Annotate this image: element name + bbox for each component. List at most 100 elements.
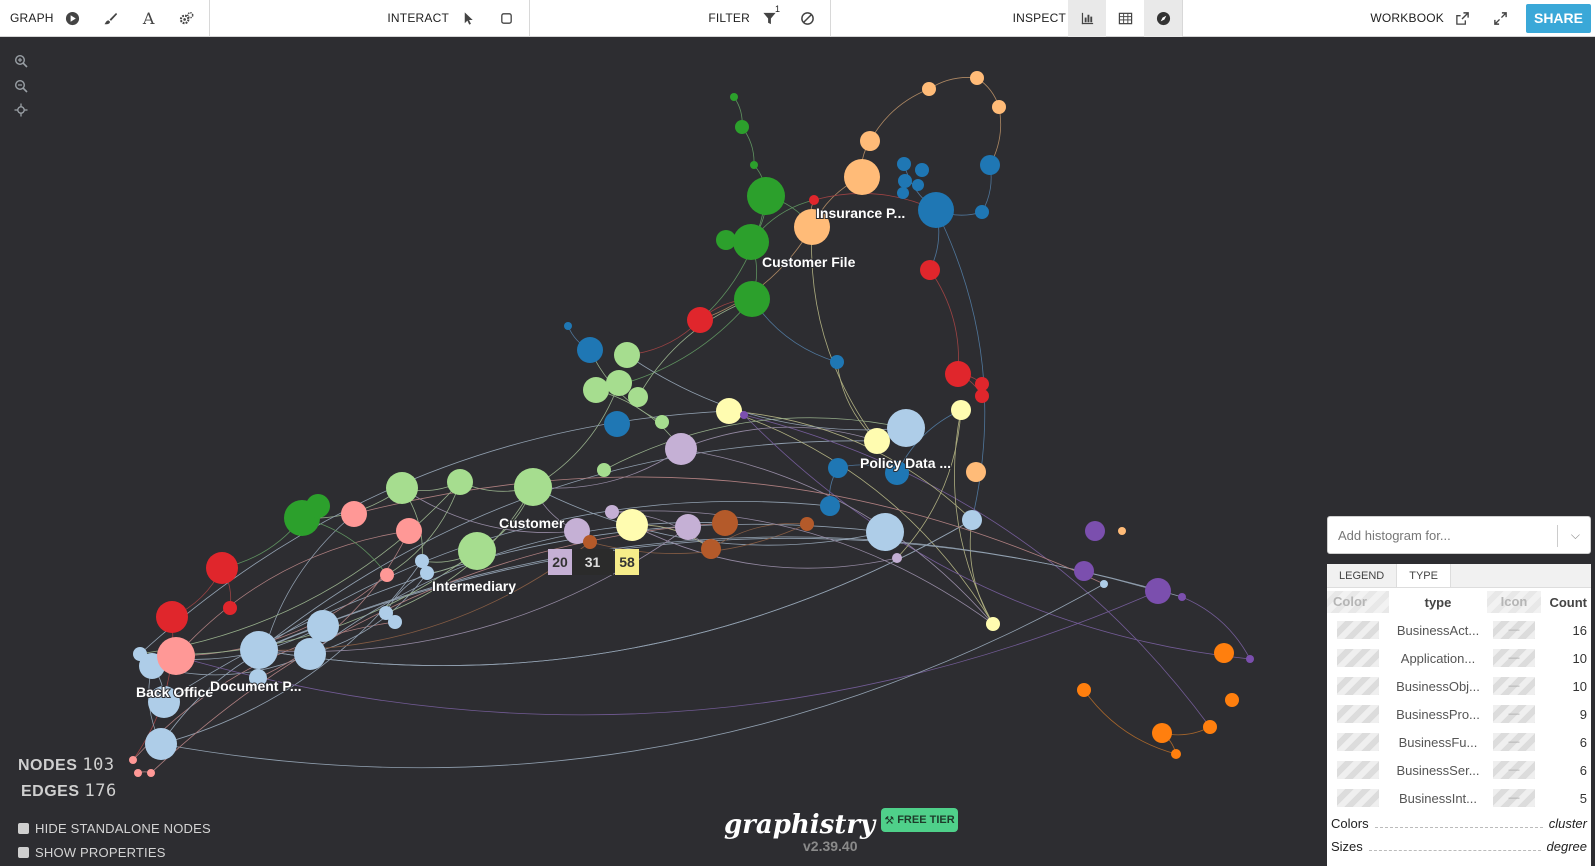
graph-node[interactable] bbox=[145, 728, 177, 760]
hide-standalone-toggle[interactable]: HIDE STANDALONE NODES bbox=[18, 821, 211, 836]
show-properties-toggle[interactable]: SHOW PROPERTIES bbox=[18, 845, 166, 860]
tab-type[interactable]: TYPE bbox=[1397, 564, 1451, 587]
graph-node[interactable] bbox=[712, 510, 738, 536]
graph-node[interactable] bbox=[447, 469, 473, 495]
graph-node[interactable] bbox=[307, 610, 339, 642]
graph-node[interactable] bbox=[206, 552, 238, 584]
graph-node[interactable] bbox=[962, 510, 982, 530]
graph-node[interactable] bbox=[860, 131, 880, 151]
type-icon-cell[interactable]: — bbox=[1493, 705, 1535, 723]
exclude-icon[interactable] bbox=[788, 0, 826, 37]
graph-node[interactable] bbox=[992, 100, 1006, 114]
graph-node[interactable] bbox=[675, 514, 701, 540]
graph-node[interactable] bbox=[597, 463, 611, 477]
type-icon-cell[interactable]: — bbox=[1493, 761, 1535, 779]
color-swatch[interactable] bbox=[1337, 733, 1379, 751]
graph-node[interactable] bbox=[1246, 655, 1254, 663]
graph-node[interactable] bbox=[864, 428, 890, 454]
header-icon[interactable]: Icon bbox=[1487, 591, 1541, 613]
graph-node[interactable] bbox=[975, 205, 989, 219]
graph-node[interactable] bbox=[945, 361, 971, 387]
graph-node[interactable] bbox=[980, 155, 1000, 175]
graph-node[interactable] bbox=[922, 82, 936, 96]
graph-node[interactable] bbox=[1171, 749, 1181, 759]
graph-node[interactable] bbox=[975, 389, 989, 403]
graph-node[interactable] bbox=[1145, 578, 1171, 604]
graph-node[interactable] bbox=[918, 192, 954, 228]
graph-node[interactable] bbox=[616, 509, 648, 541]
share-button[interactable]: SHARE bbox=[1525, 3, 1591, 33]
color-swatch[interactable] bbox=[1337, 789, 1379, 807]
graph-node[interactable] bbox=[898, 174, 912, 188]
graph-node[interactable] bbox=[583, 535, 597, 549]
graph-node[interactable] bbox=[970, 71, 984, 85]
color-swatch[interactable] bbox=[1337, 705, 1379, 723]
graph-node[interactable] bbox=[665, 433, 697, 465]
graph-node[interactable] bbox=[844, 159, 880, 195]
graph-node[interactable] bbox=[800, 517, 814, 531]
graph-node[interactable] bbox=[306, 494, 330, 518]
pointer-icon[interactable] bbox=[449, 0, 487, 37]
graph-node[interactable] bbox=[975, 377, 989, 391]
graph-node[interactable] bbox=[912, 179, 924, 191]
graph-node[interactable] bbox=[1178, 593, 1186, 601]
brush-icon[interactable] bbox=[92, 0, 130, 37]
selection-badge-lavender[interactable]: 20 bbox=[548, 549, 572, 575]
header-type[interactable]: type bbox=[1389, 595, 1487, 610]
type-icon-cell[interactable]: — bbox=[1493, 789, 1535, 807]
graph-node[interactable] bbox=[892, 553, 902, 563]
selection-badge-center[interactable]: 31 bbox=[572, 549, 613, 575]
graph-node[interactable] bbox=[716, 230, 736, 250]
graph-node[interactable] bbox=[583, 377, 609, 403]
graph-node[interactable] bbox=[734, 281, 770, 317]
graph-node[interactable] bbox=[577, 337, 603, 363]
color-swatch[interactable] bbox=[1337, 761, 1379, 779]
graph-node[interactable] bbox=[147, 769, 155, 777]
legend-row[interactable]: BusinessObj... — 10 bbox=[1327, 672, 1591, 700]
legend-row[interactable]: BusinessInt... — 5 bbox=[1327, 784, 1591, 812]
graph-node[interactable] bbox=[157, 637, 195, 675]
graph-node[interactable] bbox=[605, 505, 619, 519]
external-link-icon[interactable] bbox=[1444, 0, 1482, 37]
header-count[interactable]: Count bbox=[1541, 595, 1591, 610]
font-icon[interactable]: A bbox=[130, 0, 168, 37]
graph-node[interactable] bbox=[951, 400, 971, 420]
filter-icon[interactable]: 1 bbox=[750, 0, 788, 37]
graph-node[interactable] bbox=[866, 513, 904, 551]
colors-value[interactable]: cluster bbox=[1549, 816, 1587, 831]
graph-node[interactable] bbox=[966, 462, 986, 482]
legend-row[interactable]: BusinessSer... — 6 bbox=[1327, 756, 1591, 784]
type-icon-cell[interactable]: — bbox=[1493, 649, 1535, 667]
graph-node[interactable] bbox=[1074, 561, 1094, 581]
graph-node[interactable] bbox=[828, 458, 848, 478]
graph-node[interactable] bbox=[129, 756, 137, 764]
graph-node[interactable] bbox=[223, 601, 237, 615]
graph-node[interactable] bbox=[687, 307, 713, 333]
add-histogram-select[interactable]: Add histogram for... ⌵ bbox=[1327, 516, 1591, 554]
graph-node[interactable] bbox=[1214, 643, 1234, 663]
graph-node[interactable] bbox=[830, 355, 844, 369]
color-swatch[interactable] bbox=[1337, 649, 1379, 667]
graph-node[interactable] bbox=[606, 370, 632, 396]
header-color[interactable]: Color bbox=[1327, 591, 1389, 613]
graph-node[interactable] bbox=[1100, 580, 1108, 588]
compass-icon[interactable] bbox=[1144, 0, 1182, 37]
legend-row[interactable]: BusinessPro... — 9 bbox=[1327, 700, 1591, 728]
graph-node[interactable] bbox=[701, 539, 721, 559]
fullscreen-icon[interactable] bbox=[1482, 0, 1520, 37]
box-select-icon[interactable] bbox=[487, 0, 525, 37]
table-icon[interactable] bbox=[1106, 0, 1144, 37]
graph-node[interactable] bbox=[341, 501, 367, 527]
show-properties-checkbox[interactable] bbox=[18, 847, 29, 858]
sizes-value[interactable]: degree bbox=[1547, 839, 1587, 854]
graph-node[interactable] bbox=[820, 496, 840, 516]
selection-badge-yellow[interactable]: 58 bbox=[615, 549, 639, 575]
graph-node[interactable] bbox=[740, 411, 748, 419]
chevron-down-icon[interactable]: ⌵ bbox=[1571, 528, 1580, 543]
graph-node[interactable] bbox=[735, 120, 749, 134]
graph-node[interactable] bbox=[1118, 527, 1126, 535]
graph-node[interactable] bbox=[133, 647, 147, 661]
settings-gears-icon[interactable] bbox=[168, 0, 206, 37]
type-icon-cell[interactable]: — bbox=[1493, 733, 1535, 751]
free-tier-badge[interactable]: ⚒ FREE TIER bbox=[881, 808, 958, 832]
